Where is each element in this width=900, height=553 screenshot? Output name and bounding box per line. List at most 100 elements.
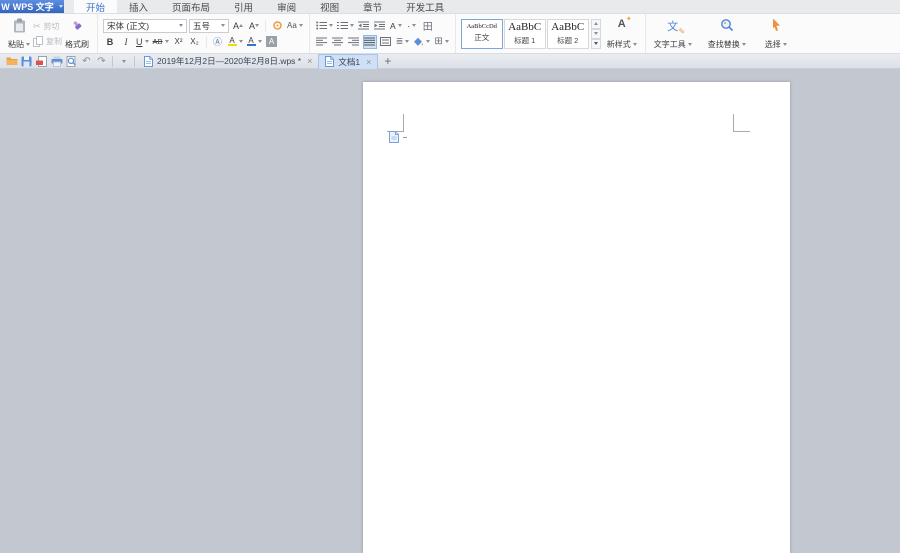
align-right-button[interactable] xyxy=(347,35,361,49)
copy-icon xyxy=(33,35,43,47)
text-tools-icon: 文 ✎ xyxy=(667,20,686,36)
phonetic-guide-button[interactable] xyxy=(270,19,284,33)
document-canvas[interactable] xyxy=(0,70,900,553)
tab-view[interactable]: 视图 xyxy=(308,0,351,14)
superscript-button[interactable]: X² xyxy=(172,35,186,49)
document-tab-title: 2019年12月2日—2020年2月8日.wps * xyxy=(157,56,302,66)
gallery-scroll-up-button[interactable] xyxy=(590,18,601,29)
font-family-select[interactable]: 宋体 (正文) xyxy=(103,18,187,33)
dropdown-caret-icon xyxy=(257,40,262,43)
tab-page-layout[interactable]: 页面布局 xyxy=(160,0,222,14)
document-tab-1[interactable]: 2019年12月2日—2020年2月8日.wps * × xyxy=(138,54,318,69)
undo-button[interactable]: ↶ xyxy=(79,55,94,68)
italic-button[interactable]: I xyxy=(119,35,133,49)
select-label: 选择 xyxy=(765,39,787,50)
symbol-button[interactable]: · xyxy=(405,19,419,33)
style-normal[interactable]: AaBbCcDd 正文 xyxy=(460,18,503,49)
shrink-font-button[interactable]: A xyxy=(247,19,261,33)
subscript-button[interactable]: X₂ xyxy=(188,35,202,49)
character-shading-button[interactable]: A xyxy=(265,35,279,49)
document-tab-2[interactable]: 文档1 × xyxy=(318,53,379,69)
justify-icon xyxy=(364,37,376,46)
open-file-button[interactable] xyxy=(4,55,19,68)
change-case-button[interactable]: Aa xyxy=(286,19,304,33)
dropdown-caret-icon xyxy=(164,40,169,43)
select-button[interactable]: 选择 xyxy=(759,16,793,52)
change-case-icon: Aa xyxy=(287,21,297,30)
text-tools-label: 文字工具 xyxy=(654,39,692,50)
dropdown-caret-icon xyxy=(687,42,692,46)
align-left-icon xyxy=(316,37,328,46)
format-painter-button[interactable]: 格式刷 xyxy=(62,16,92,52)
save-button[interactable] xyxy=(19,55,34,68)
style-heading2[interactable]: AaBbC 标题 2 xyxy=(546,18,589,49)
copy-button[interactable]: 复制 xyxy=(33,35,62,47)
align-left-button[interactable] xyxy=(315,35,329,49)
grow-font-button[interactable]: A xyxy=(231,19,245,33)
increase-indent-button[interactable] xyxy=(373,19,387,33)
tab-developer[interactable]: 开发工具 xyxy=(394,0,456,14)
export-pdf-button[interactable] xyxy=(34,55,49,68)
print-button[interactable] xyxy=(49,55,64,68)
font-size-select[interactable]: 五号 xyxy=(189,18,229,33)
style-heading1[interactable]: AaBbC 标题 1 xyxy=(503,18,546,49)
close-tab-icon[interactable]: × xyxy=(366,57,371,67)
tab-review[interactable]: 审阅 xyxy=(265,0,308,14)
document-icon xyxy=(325,56,335,67)
highlight-color-button[interactable]: A xyxy=(227,35,244,49)
bold-button[interactable]: B xyxy=(103,35,117,49)
pencil-icon: ✎ xyxy=(678,26,686,36)
bullet-list-button[interactable] xyxy=(315,19,334,33)
shading-button[interactable] xyxy=(412,35,431,49)
clipboard-icon xyxy=(12,18,27,33)
tab-section[interactable]: 章节 xyxy=(351,0,394,14)
paste-button[interactable]: 粘贴 xyxy=(5,16,33,52)
tab-insert[interactable]: 插入 xyxy=(117,0,160,14)
decrease-indent-button[interactable] xyxy=(357,19,371,33)
tab-references[interactable]: 引用 xyxy=(222,0,265,14)
underline-button[interactable]: U xyxy=(135,35,150,49)
margin-mark-left-vertical xyxy=(403,114,404,132)
dropdown-caret-icon xyxy=(349,24,354,27)
find-replace-button[interactable]: 查找替换 xyxy=(705,16,749,52)
quick-access-more-button[interactable] xyxy=(116,55,131,68)
wps-app-button[interactable]: W WPS 文字 xyxy=(0,0,64,13)
asian-layout-button[interactable]: A xyxy=(389,19,403,33)
new-tab-button[interactable]: + xyxy=(384,54,391,68)
font-color-button[interactable]: A xyxy=(246,35,263,49)
export-pdf-icon xyxy=(36,55,47,67)
line-spacing-button[interactable]: ≣ xyxy=(395,35,411,49)
paste-label: 粘贴 xyxy=(8,39,30,50)
smart-tag-icon[interactable] xyxy=(389,131,399,143)
font-color-icon: A xyxy=(246,36,256,46)
numbered-list-button[interactable] xyxy=(336,19,355,33)
justify-button[interactable] xyxy=(362,34,377,49)
new-style-label: 新样式 xyxy=(607,39,637,50)
dropdown-caret-icon xyxy=(58,5,63,8)
close-tab-icon[interactable]: × xyxy=(307,56,312,66)
strikethrough-button[interactable]: AB xyxy=(152,35,170,49)
gallery-scroll-down-button[interactable] xyxy=(590,28,601,39)
text-tools-button[interactable]: 文 ✎ 文字工具 xyxy=(651,16,695,52)
insert-table-button[interactable]: 田 xyxy=(421,19,435,33)
cut-button[interactable]: ✂ 剪切 xyxy=(33,21,62,32)
document-icon xyxy=(144,55,153,67)
ribbon: 粘贴 ✂ 剪切 复制 格式刷 宋体 (正文) 五号 A A Aa B I U A… xyxy=(0,14,900,54)
enclose-characters-button[interactable]: Ⓐ xyxy=(211,35,225,49)
gallery-more-button[interactable] xyxy=(590,38,601,49)
document-page[interactable] xyxy=(363,82,790,553)
dropdown-caret-icon xyxy=(221,24,225,27)
format-painter-brush-icon xyxy=(70,18,84,32)
tab-home[interactable]: 开始 xyxy=(74,0,118,14)
print-preview-button[interactable] xyxy=(64,55,79,68)
new-style-button[interactable]: A ✦ 新样式 xyxy=(604,16,640,52)
save-icon xyxy=(21,56,32,67)
borders-button[interactable]: ⊞ xyxy=(433,35,449,49)
phonetic-guide-icon xyxy=(272,20,283,31)
caret-more-icon xyxy=(593,42,598,45)
redo-button[interactable]: ↷ xyxy=(94,55,109,68)
highlight-color-icon: A xyxy=(227,36,237,46)
align-center-button[interactable] xyxy=(331,35,345,49)
dropdown-caret-icon xyxy=(412,24,417,27)
distribute-button[interactable] xyxy=(379,35,393,49)
